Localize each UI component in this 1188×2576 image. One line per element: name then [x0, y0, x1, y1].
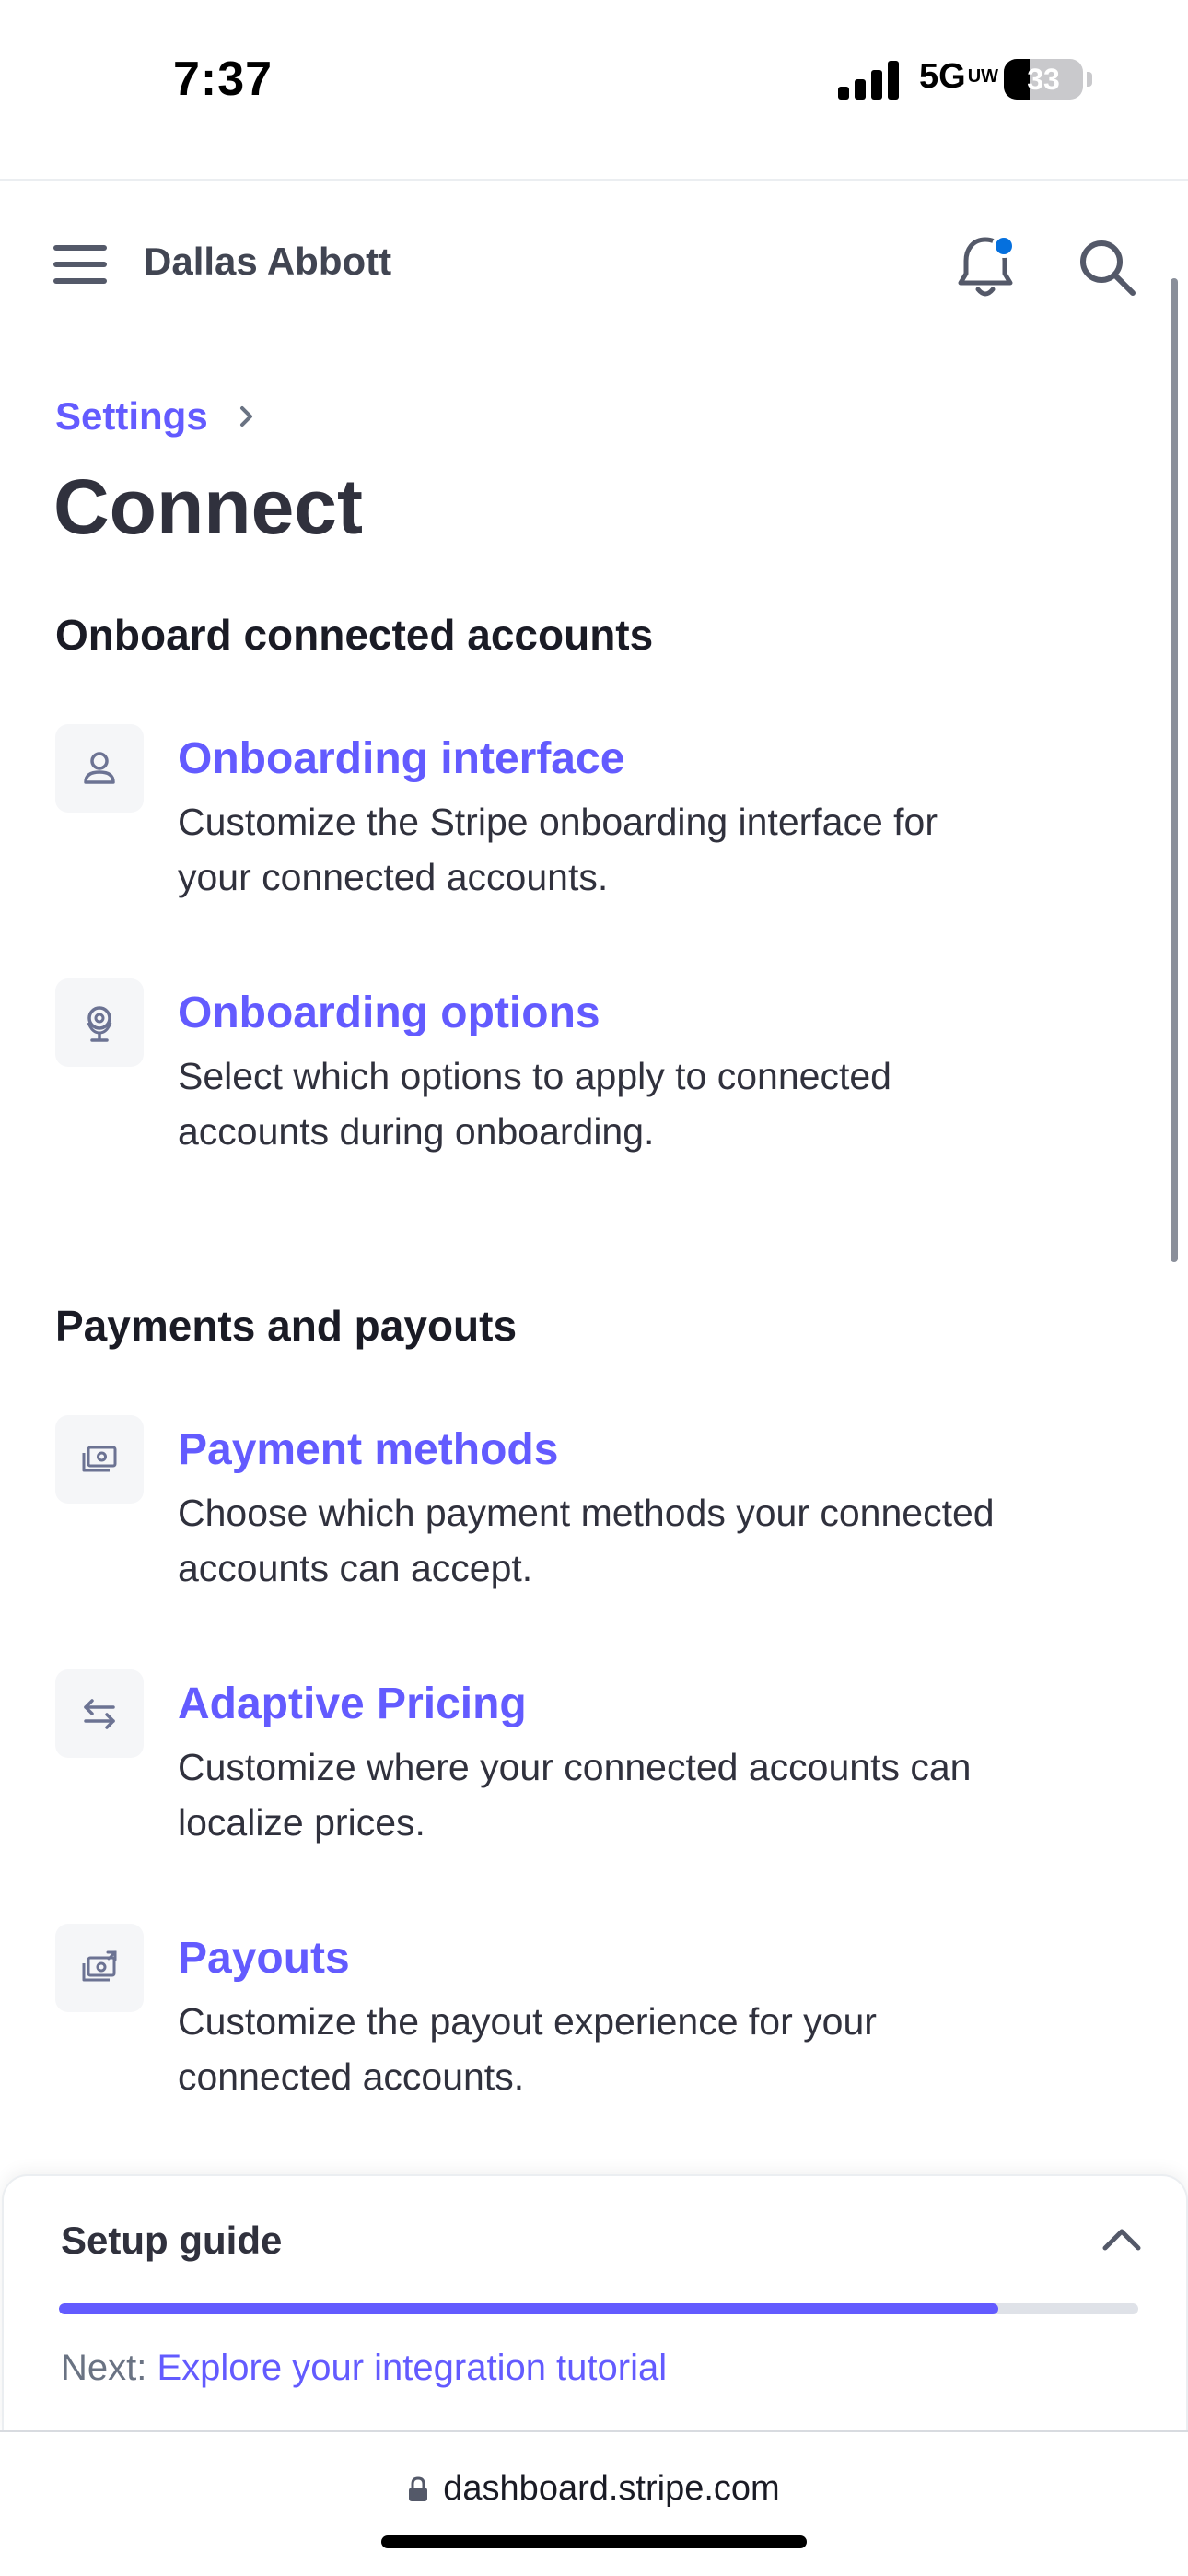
page-title: Connect [53, 463, 363, 550]
payment-methods-description: Choose which payment methods your connec… [178, 1492, 995, 1589]
url-display[interactable]: dashboard.stripe.com [0, 2469, 1188, 2509]
cellular-signal-icon [838, 61, 901, 100]
account-name[interactable]: Dallas Abbott [144, 240, 391, 284]
url-text: dashboard.stripe.com [443, 2469, 780, 2508]
setting-payment-methods[interactable]: Payment methods Choose which payment met… [55, 1415, 1142, 1599]
status-bar: 7:37 5G UW 33 [0, 0, 1188, 181]
chevron-right-icon [239, 406, 252, 427]
setup-next-label: Next: [61, 2348, 147, 2388]
payouts-description: Customize the payout experience for your… [178, 2000, 877, 2098]
payouts-icon [55, 1924, 144, 2012]
adaptive-pricing-description: Customize where your connected accounts … [178, 1746, 972, 1844]
setting-payouts[interactable]: Payouts Customize the payout experience … [55, 1924, 1142, 2108]
setup-guide-title: Setup guide [61, 2219, 283, 2262]
hamburger-menu-icon[interactable] [53, 243, 111, 286]
status-time: 7:37 [173, 53, 274, 106]
section-title-payments: Payments and payouts [55, 1302, 518, 1350]
page: 7:37 5G UW 33 Dallas Abbott Settings Con… [0, 0, 1188, 2576]
adaptive-pricing-link[interactable]: Adaptive Pricing [178, 1679, 527, 1729]
network-suffix: UW [967, 66, 999, 87]
browser-address-bar[interactable]: dashboard.stripe.com [0, 2430, 1188, 2576]
network-type: 5G UW [919, 57, 998, 97]
setup-next-step: Next: Explore your integration tutorial [61, 2348, 667, 2389]
payment-methods-icon [55, 1415, 144, 1504]
person-icon [55, 724, 144, 813]
setup-progress-fill [59, 2303, 998, 2314]
payment-methods-link[interactable]: Payment methods [178, 1424, 558, 1475]
payouts-link[interactable]: Payouts [178, 1933, 350, 1984]
breadcrumb-settings-link[interactable]: Settings [55, 394, 208, 439]
setting-adaptive-pricing[interactable]: Adaptive Pricing Customize where your co… [55, 1669, 1142, 1854]
onboarding-options-description: Select which options to apply to connect… [178, 1055, 891, 1153]
setting-onboarding-interface[interactable]: Onboarding interface Customize the Strip… [55, 724, 1142, 908]
scrollbar[interactable] [1171, 278, 1178, 1262]
setting-onboarding-options[interactable]: Onboarding options Select which options … [55, 978, 1142, 1163]
setup-next-link[interactable]: Explore your integration tutorial [157, 2348, 667, 2388]
search-icon[interactable] [1076, 236, 1138, 299]
onboarding-interface-description: Customize the Stripe onboarding interfac… [178, 801, 938, 898]
breadcrumb: Settings [55, 394, 260, 439]
battery-cap [1087, 72, 1092, 87]
onboarding-options-link[interactable]: Onboarding options [178, 988, 600, 1038]
globe-stand-icon [55, 978, 144, 1067]
setup-guide-panel[interactable]: Setup guide Next: Explore your integrati… [2, 2174, 1188, 2432]
network-label: 5G [919, 57, 966, 96]
notification-dot [992, 234, 1016, 258]
arrows-exchange-icon [55, 1669, 144, 1758]
setup-progress-bar [59, 2303, 1138, 2314]
home-indicator[interactable] [381, 2535, 807, 2548]
onboarding-interface-link[interactable]: Onboarding interface [178, 733, 624, 784]
app-header: Dallas Abbott [0, 182, 1188, 348]
chevron-up-icon[interactable] [1100, 2222, 1144, 2259]
section-title-onboard: Onboard connected accounts [55, 611, 654, 659]
lock-icon [409, 2476, 428, 2501]
battery-level: 33 [1027, 63, 1060, 96]
battery-icon: 33 [1004, 59, 1083, 100]
